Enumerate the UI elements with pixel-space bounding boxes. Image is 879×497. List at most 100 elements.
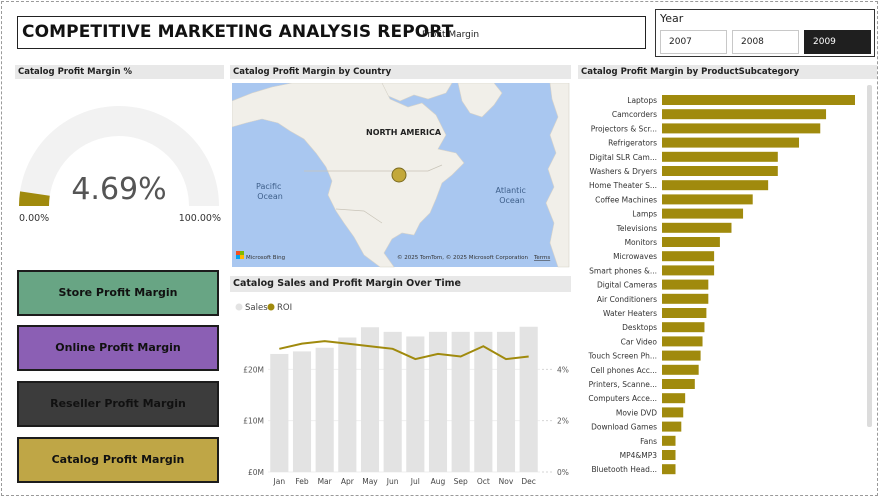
month-label-jan: Jan [273, 477, 286, 486]
subcategory-scrollbar[interactable] [867, 85, 872, 427]
subcategory-label-24: Fans [640, 437, 657, 446]
subcategory-label-0: Laptops [627, 96, 657, 105]
subcategory-bar-7[interactable] [662, 194, 753, 205]
month-label-apr: Apr [341, 477, 355, 486]
subcategory-label-7: Coffee Machines [595, 195, 657, 204]
legend-roi-label: ROI [277, 303, 292, 313]
sales-axis-tick-0: £0M [248, 468, 264, 477]
subcategory-bar-13[interactable] [662, 279, 709, 290]
catalog-profit-margin-button[interactable]: Catalog Profit Margin [17, 437, 219, 483]
subcategory-bar-23[interactable] [662, 421, 682, 432]
subcategory-bar-2[interactable] [662, 123, 821, 134]
roi-axis-tick-0: 0% [557, 468, 569, 477]
month-label-nov: Nov [499, 477, 514, 486]
gauge-title: Catalog Profit Margin % [15, 65, 224, 79]
gauge-value: 4.69% [71, 172, 166, 207]
sales-bar-may[interactable] [360, 327, 380, 472]
map-label-atlantic: Atlantic Ocean [496, 186, 529, 205]
year-slicer-label: Year [660, 12, 684, 25]
bing-logo-icon-2 [240, 251, 244, 255]
online-profit-margin-button[interactable]: Online Profit Margin [17, 325, 219, 371]
map-bubble-usa[interactable] [391, 167, 407, 183]
sales-bar-feb[interactable] [292, 351, 312, 472]
year-option-2007[interactable]: 2007 [660, 30, 727, 54]
subcategory-bar-25[interactable] [662, 450, 676, 460]
year-option-2009[interactable]: 2009 [804, 30, 871, 54]
subcategory-bar-4[interactable] [662, 151, 778, 162]
country-map[interactable]: NORTH AMERICA Pacific Ocean Atlantic Oce… [232, 83, 573, 270]
subcategory-bar-26[interactable] [662, 464, 676, 475]
subcategory-bar-5[interactable] [662, 166, 778, 176]
sales-roi-chart-title: Catalog Sales and Profit Margin Over Tim… [230, 276, 571, 292]
subcategory-label-21: Computers Acce... [588, 394, 657, 403]
subcategory-bar-14[interactable] [662, 293, 709, 304]
subcategory-label-6: Home Theater S... [589, 181, 657, 190]
month-label-jul: Jul [410, 477, 420, 486]
subcategory-bar-1[interactable] [662, 109, 827, 120]
subcategory-bar-17[interactable] [662, 336, 703, 347]
map-panel: Catalog Profit Margin by Country NORTH A… [230, 65, 571, 270]
subcategory-bar-9[interactable] [662, 222, 732, 233]
subcategory-bar-19[interactable] [662, 364, 699, 375]
month-label-mar: Mar [318, 477, 333, 486]
subcategory-panel: Catalog Profit Margin by ProductSubcateg… [578, 65, 877, 487]
subcategory-bar-6[interactable] [662, 180, 769, 191]
month-label-may: May [362, 477, 378, 486]
roi-axis-tick-2: 4% [557, 365, 569, 374]
map-label-atlantic-line1: Atlantic [496, 186, 526, 195]
bing-logo-icon [236, 251, 240, 255]
subcategory-chart-title: Catalog Profit Margin by ProductSubcateg… [578, 65, 877, 79]
sales-bar-nov[interactable] [496, 331, 516, 472]
subcategory-label-14: Air Conditioners [597, 295, 657, 304]
sales-bar-jun[interactable] [383, 331, 402, 472]
month-label-dec: Dec [521, 477, 536, 486]
subcategory-bar-18[interactable] [662, 350, 701, 361]
subcategory-bar-3[interactable] [662, 137, 800, 148]
subcategory-label-11: Microwaves [613, 252, 657, 261]
subcategory-label-22: Movie DVD [616, 408, 657, 417]
roi-axis-tick-1: 2% [557, 417, 569, 426]
subcategory-bar-15[interactable] [662, 308, 707, 318]
subcategory-bar-chart[interactable]: Laptops Camcorders Projectors & Scr... Refr… [578, 81, 877, 487]
subcategory-label-4: Digital SLR Cam... [589, 153, 657, 162]
store-profit-margin-button[interactable]: Store Profit Margin [17, 270, 219, 316]
subcategory-bar-8[interactable] [662, 208, 744, 219]
subcategory-bar-22[interactable] [662, 407, 684, 418]
subcategory-bar-0[interactable] [662, 95, 855, 105]
gauge-chart[interactable]: 4.69% 0.00% 100.00% [15, 81, 224, 257]
subcategory-bar-24[interactable] [662, 435, 676, 446]
sales-bar-apr[interactable] [338, 337, 357, 472]
sales-bar-jan[interactable] [270, 353, 289, 472]
report-title: COMPETITIVE MARKETING ANALYSIS REPORT [22, 22, 454, 42]
subcategory-bar-20[interactable] [662, 379, 695, 389]
subcategory-bar-21[interactable] [662, 393, 686, 404]
subcategory-label-20: Printers, Scanne... [589, 380, 657, 389]
subcategory-bar-10[interactable] [662, 237, 720, 247]
legend-sales-marker [235, 303, 243, 311]
month-label-jun: Jun [386, 477, 399, 486]
reseller-profit-margin-button[interactable]: Reseller Profit Margin [17, 381, 219, 427]
sales-bar-aug[interactable] [428, 331, 448, 472]
sales-bar-oct[interactable] [474, 331, 493, 472]
map-attribution: © 2025 TomTom, © 2025 Microsoft Corporat… [397, 254, 529, 261]
sales-bar-dec[interactable] [519, 326, 538, 472]
sales-roi-combo-chart[interactable]: Sales ROI £0M £10M £20M 0% 2% 4% Jan Feb Mar Apr M… [230, 294, 571, 489]
subcategory-bar-16[interactable] [662, 322, 705, 333]
map-label-atlantic-line2: Ocean [499, 196, 525, 205]
month-label-oct: Oct [477, 477, 490, 486]
year-option-2008[interactable]: 2008 [732, 30, 799, 54]
subcategory-bar-11[interactable] [662, 251, 715, 262]
subcategory-bar-12[interactable] [662, 265, 715, 276]
bing-logo-icon-3 [236, 255, 240, 259]
sales-roi-panel: Catalog Sales and Profit Margin Over Tim… [230, 276, 571, 489]
month-label-aug: Aug [431, 477, 446, 486]
subcategory-label-19: Cell phones Acc... [590, 366, 657, 375]
subcategory-label-25: MP4&MP3 [620, 451, 658, 460]
sales-bar-mar[interactable] [315, 347, 334, 472]
sales-axis-tick-2: £20M [243, 365, 264, 374]
report-subtitle: Profit Margin [422, 30, 480, 40]
subcategory-label-16: Desktops [622, 323, 657, 332]
gauge-body: 4.69% 0.00% 100.00% [15, 81, 224, 257]
subcategory-label-1: Camcorders [612, 110, 657, 119]
map-terms-link[interactable]: Terms [533, 255, 550, 261]
